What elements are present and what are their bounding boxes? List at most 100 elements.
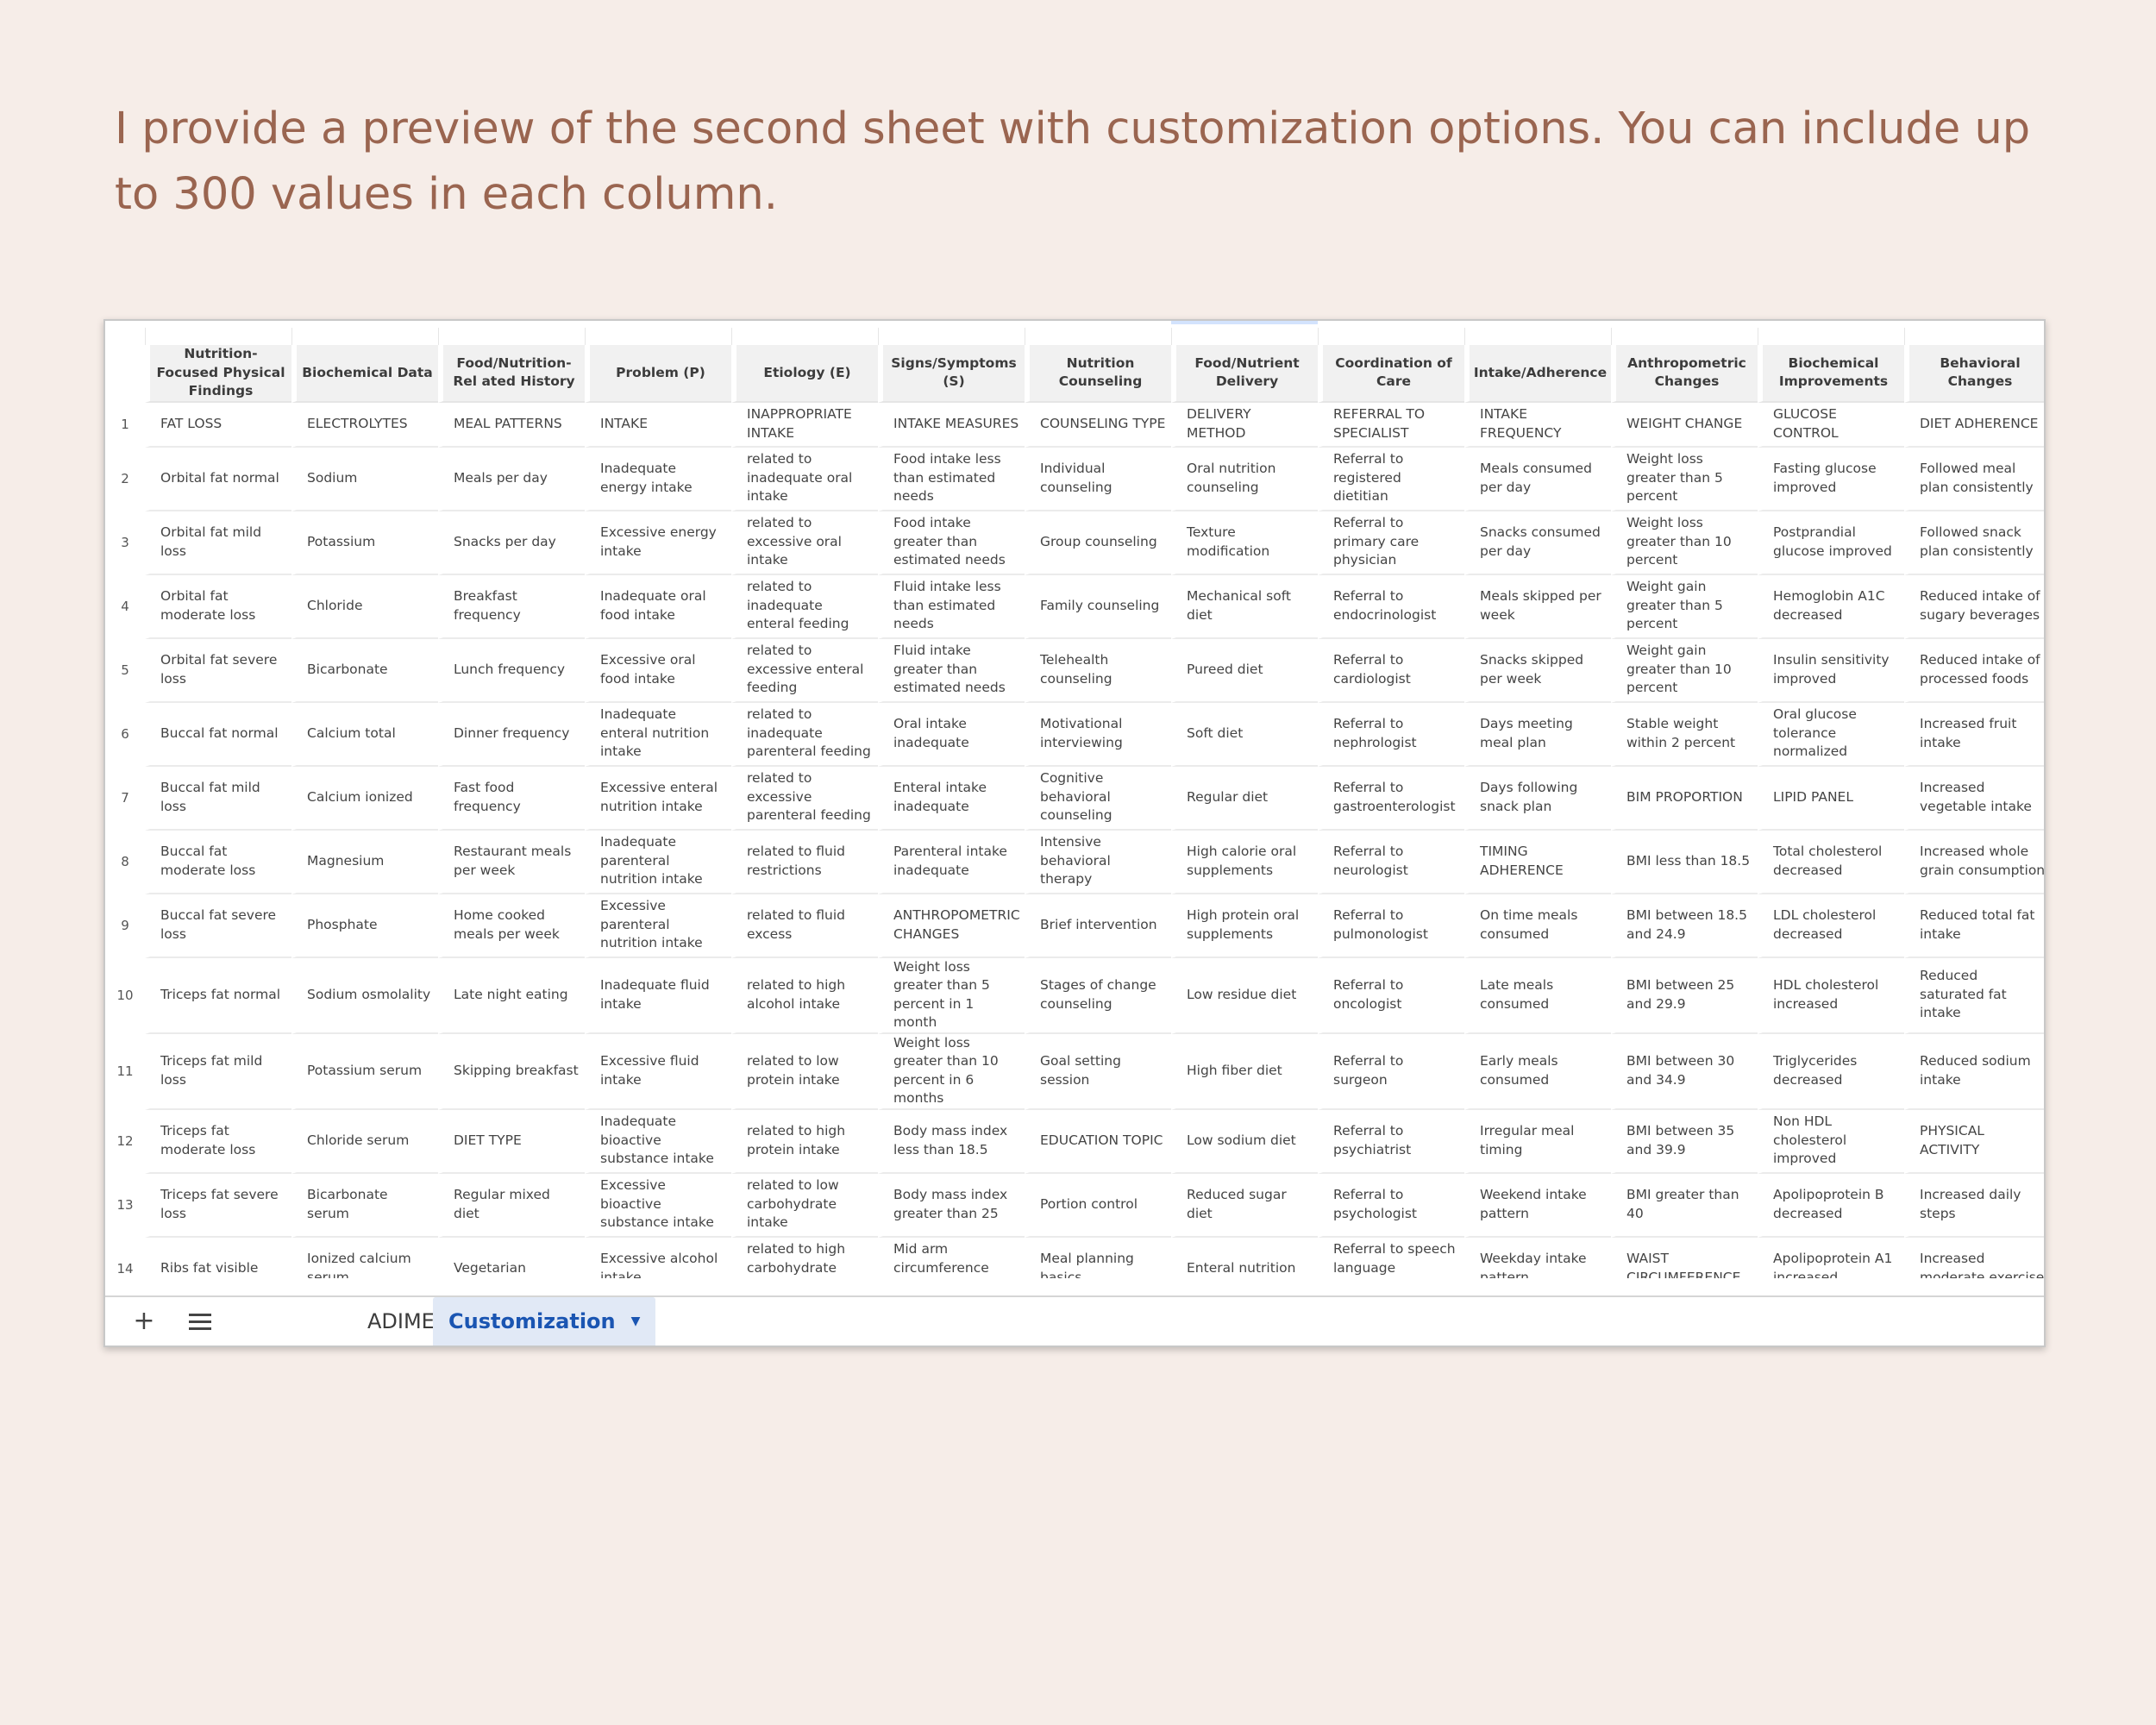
table-cell[interactable]: LDL cholesterol decreased — [1758, 894, 1904, 958]
table-cell[interactable]: related to low protein intake — [731, 1033, 878, 1110]
table-cell[interactable]: INAPPROPRIATE INTAKE — [731, 402, 878, 448]
table-cell[interactable]: Hemoglobin A1C decreased — [1758, 574, 1904, 639]
table-cell[interactable]: Weight loss greater than 5 percent — [1611, 447, 1758, 511]
table-cell[interactable]: Texture modification — [1171, 511, 1318, 575]
table-cell[interactable]: Triceps fat mild loss — [145, 1033, 291, 1110]
row-number[interactable]: 7 — [105, 766, 145, 831]
table-cell[interactable]: Increased moderate exercise — [1904, 1237, 2044, 1278]
table-cell[interactable]: Buccal fat moderate loss — [145, 830, 291, 894]
table-cell[interactable]: INTAKE FREQUENCY — [1464, 402, 1611, 448]
chevron-down-icon[interactable]: ▼ — [631, 1314, 641, 1328]
table-cell[interactable]: BMI between 18.5 and 24.9 — [1611, 894, 1758, 958]
row-number[interactable]: 5 — [105, 638, 145, 703]
table-cell[interactable]: FAT LOSS — [145, 402, 291, 448]
table-cell[interactable]: Restaurant meals per week — [438, 830, 585, 894]
table-cell[interactable]: Fluid intake less than estimated needs — [878, 574, 1025, 639]
table-cell[interactable]: Weight loss greater than 5 percent in 1 … — [878, 957, 1025, 1034]
row-number[interactable]: 9 — [105, 894, 145, 958]
table-cell[interactable]: Low residue diet — [1171, 957, 1318, 1034]
table-cell[interactable]: MEAL PATTERNS — [438, 402, 585, 448]
table-cell[interactable]: Excessive energy intake — [585, 511, 731, 575]
table-cell[interactable]: Dinner frequency — [438, 702, 585, 767]
table-cell[interactable]: related to fluid restrictions — [731, 830, 878, 894]
table-cell[interactable]: Oral glucose tolerance normalized — [1758, 702, 1904, 767]
table-cell[interactable]: Sodium osmolality — [291, 957, 438, 1034]
table-cell[interactable]: Referral to speech language pathologist — [1318, 1237, 1464, 1278]
table-cell[interactable]: Triceps fat severe loss — [145, 1173, 291, 1238]
table-cell[interactable]: Lunch frequency — [438, 638, 585, 703]
row-number[interactable]: 11 — [105, 1033, 145, 1110]
table-cell[interactable]: Sodium — [291, 447, 438, 511]
table-cell[interactable]: Late meals consumed — [1464, 957, 1611, 1034]
table-cell[interactable]: Buccal fat mild loss — [145, 766, 291, 831]
column-header[interactable]: Signs/Symptoms (S) — [878, 345, 1025, 403]
table-cell[interactable]: HDL cholesterol increased — [1758, 957, 1904, 1034]
table-cell[interactable]: Days meeting meal plan — [1464, 702, 1611, 767]
table-cell[interactable]: Cognitive behavioral counseling — [1025, 766, 1171, 831]
plus-icon[interactable]: + — [127, 1304, 161, 1339]
table-cell[interactable]: Enteral nutrition — [1171, 1237, 1318, 1278]
table-cell[interactable]: Excessive parenteral nutrition intake — [585, 894, 731, 958]
table-cell[interactable]: Mechanical soft diet — [1171, 574, 1318, 639]
table-cell[interactable]: WAIST CIRCUMFERENCE — [1611, 1237, 1758, 1278]
table-cell[interactable]: Followed meal plan consistently — [1904, 447, 2044, 511]
table-cell[interactable]: Individual counseling — [1025, 447, 1171, 511]
spreadsheet-grid[interactable]: Nutrition-Focused Physical Findings Bioch… — [105, 321, 2044, 1278]
row-number[interactable]: 4 — [105, 574, 145, 639]
table-cell[interactable]: BMI greater than 40 — [1611, 1173, 1758, 1238]
table-cell[interactable]: Referral to psychologist — [1318, 1173, 1464, 1238]
table-cell[interactable]: Bicarbonate — [291, 638, 438, 703]
table-cell[interactable]: Inadequate parenteral nutrition intake — [585, 830, 731, 894]
table-cell[interactable]: High fiber diet — [1171, 1033, 1318, 1110]
table-cell[interactable]: Excessive fluid intake — [585, 1033, 731, 1110]
table-cell[interactable]: Snacks per day — [438, 511, 585, 575]
table-cell[interactable]: Orbital fat mild loss — [145, 511, 291, 575]
table-cell[interactable]: High protein oral supplements — [1171, 894, 1318, 958]
table-cell[interactable]: Calcium total — [291, 702, 438, 767]
table-cell[interactable]: Chloride serum — [291, 1109, 438, 1174]
table-cell[interactable]: Inadequate bioactive substance intake — [585, 1109, 731, 1174]
table-cell[interactable]: Triglycerides decreased — [1758, 1033, 1904, 1110]
table-cell[interactable]: BIM PROPORTION — [1611, 766, 1758, 831]
row-number[interactable]: 2 — [105, 447, 145, 511]
column-header[interactable]: Biochemical Data — [291, 345, 438, 403]
table-cell[interactable]: related to fluid excess — [731, 894, 878, 958]
table-cell[interactable]: Home cooked meals per week — [438, 894, 585, 958]
table-cell[interactable]: Chloride — [291, 574, 438, 639]
table-cell[interactable]: Fast food frequency — [438, 766, 585, 831]
column-header[interactable]: Food/Nutrient Delivery — [1171, 345, 1318, 403]
corner-cell[interactable] — [105, 345, 145, 403]
table-cell[interactable]: Postprandial glucose improved — [1758, 511, 1904, 575]
table-cell[interactable]: Reduced sodium intake — [1904, 1033, 2044, 1110]
table-cell[interactable]: Referral to oncologist — [1318, 957, 1464, 1034]
table-cell[interactable]: DELIVERY METHOD — [1171, 402, 1318, 448]
table-cell[interactable]: EDUCATION TOPIC — [1025, 1109, 1171, 1174]
tab-customization[interactable]: Customization ▼ — [433, 1297, 656, 1346]
table-cell[interactable]: Regular diet — [1171, 766, 1318, 831]
table-cell[interactable]: REFERRAL TO SPECIALIST — [1318, 402, 1464, 448]
table-cell[interactable]: Orbital fat normal — [145, 447, 291, 511]
table-cell[interactable]: Reduced sugar diet — [1171, 1173, 1318, 1238]
table-cell[interactable]: Weight gain greater than 10 percent — [1611, 638, 1758, 703]
table-cell[interactable]: On time meals consumed — [1464, 894, 1611, 958]
table-cell[interactable]: Early meals consumed — [1464, 1033, 1611, 1110]
table-cell[interactable]: Enteral intake inadequate — [878, 766, 1025, 831]
table-cell[interactable]: Low sodium diet — [1171, 1109, 1318, 1174]
table-cell[interactable]: Followed snack plan consistently — [1904, 511, 2044, 575]
table-cell[interactable]: Food intake greater than estimated needs — [878, 511, 1025, 575]
table-cell[interactable]: Vegetarian — [438, 1237, 585, 1278]
table-cell[interactable]: Triceps fat moderate loss — [145, 1109, 291, 1174]
table-cell[interactable]: Portion control — [1025, 1173, 1171, 1238]
table-cell[interactable]: Referral to registered dietitian — [1318, 447, 1464, 511]
table-cell[interactable]: Telehealth counseling — [1025, 638, 1171, 703]
table-cell[interactable]: COUNSELING TYPE — [1025, 402, 1171, 448]
table-cell[interactable]: related to inadequate enteral feeding — [731, 574, 878, 639]
table-cell[interactable]: related to low carbohydrate intake — [731, 1173, 878, 1238]
column-header[interactable]: Nutrition Counseling — [1025, 345, 1171, 403]
table-cell[interactable]: Bicarbonate serum — [291, 1173, 438, 1238]
table-cell[interactable]: Pureed diet — [1171, 638, 1318, 703]
table-cell[interactable]: Oral nutrition counseling — [1171, 447, 1318, 511]
table-cell[interactable]: Apolipoprotein B decreased — [1758, 1173, 1904, 1238]
column-header[interactable]: Biochemical Improvements — [1758, 345, 1904, 403]
table-cell[interactable]: Days following snack plan — [1464, 766, 1611, 831]
